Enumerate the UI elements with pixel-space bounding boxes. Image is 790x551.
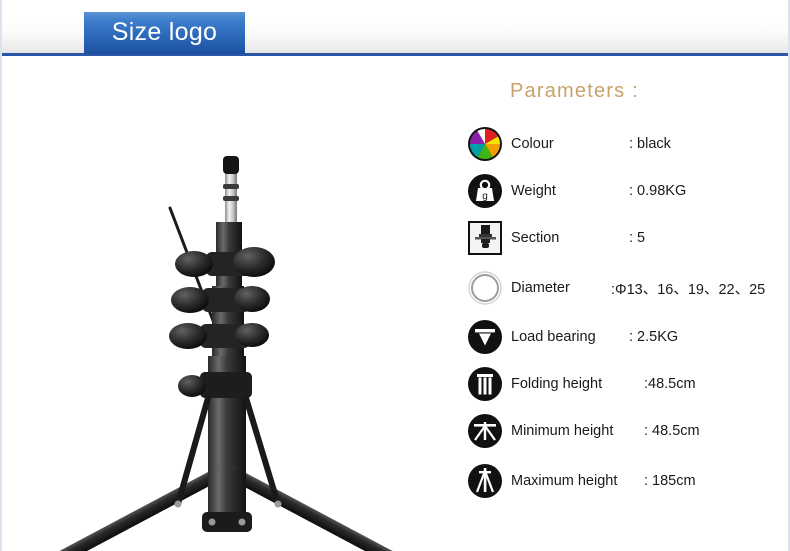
param-value: :Φ13、16、19、22、25	[611, 281, 766, 298]
param-row-folding-height: Folding height :48.5cm	[466, 364, 788, 404]
param-label: Colour	[511, 136, 554, 152]
param-label: Maximum height	[511, 473, 618, 489]
minimum-height-icon	[466, 412, 504, 450]
parameters-title: Parameters :	[510, 80, 639, 102]
param-value: : black	[629, 136, 671, 152]
section-tube-icon	[466, 219, 504, 257]
param-value: : 48.5cm	[644, 423, 700, 439]
maximum-height-icon	[466, 462, 504, 500]
param-value: : 2.5KG	[629, 329, 679, 345]
param-label: Section	[511, 230, 560, 246]
param-value: : 5	[629, 230, 646, 246]
load-bearing-icon	[466, 318, 504, 356]
param-value: : 185cm	[644, 473, 696, 489]
param-value: : 0.98KG	[629, 183, 687, 199]
param-label: Load bearing	[511, 329, 596, 345]
param-label: Minimum height	[511, 423, 614, 439]
param-row-weight: g Weight : 0.98KG	[466, 171, 788, 211]
tripod-illustration	[40, 156, 412, 551]
folding-height-icon	[466, 365, 504, 403]
param-row-maximum-height: Maximum height : 185cm	[466, 461, 788, 501]
param-value: :48.5cm	[644, 376, 696, 392]
param-row-section: Section : 5	[466, 218, 788, 258]
svg-text:g: g	[482, 191, 488, 202]
parameters-panel: Parameters : Colour : black g Weight: 0…	[464, 70, 788, 540]
param-label: Weight	[511, 183, 556, 199]
diameter-ring-icon	[466, 269, 504, 307]
page-header: Size logo	[2, 0, 788, 56]
weight-tag-icon: g	[466, 172, 504, 210]
param-row-colour: Colour : black	[466, 124, 788, 164]
param-row-diameter: Diameter :Φ13、16、19、22、25	[466, 268, 788, 308]
product-spec-page: Size logo Parameters: Colour: black g …	[0, 0, 790, 551]
product-photo	[2, 56, 462, 551]
param-label: Diameter	[511, 280, 570, 296]
param-row-load-bearing: Load bearing : 2.5KG	[466, 317, 788, 357]
param-row-minimum-height: Minimum height : 48.5cm	[466, 411, 788, 451]
param-label: Folding height	[511, 376, 603, 392]
color-wheel-icon	[466, 125, 504, 163]
size-logo-label: Size logo	[111, 17, 218, 46]
size-logo-tab[interactable]: Size logo	[84, 12, 245, 54]
